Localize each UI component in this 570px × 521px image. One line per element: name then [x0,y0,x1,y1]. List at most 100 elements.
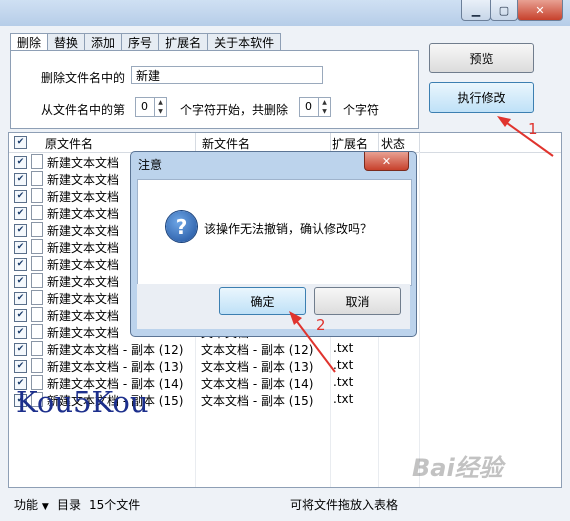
column-divider [419,133,420,152]
drop-hint: 可将文件拖放入表格 [290,498,399,512]
stepper-down-icon[interactable]: ▼ [318,107,330,116]
func-label: 功能 [14,498,39,512]
cell-ext: .txt [333,375,354,389]
dir-link[interactable]: 目录 [57,496,81,513]
minimize-button[interactable]: ▁ [461,0,491,21]
header-new[interactable]: 新文件名 [202,135,250,152]
count-stepper[interactable]: 0 ▲ ▼ [299,97,331,117]
text-file-icon [31,358,43,373]
row-checkbox[interactable]: ✔ [14,343,27,356]
mid-label: 个字符开始，共删除 [180,103,289,117]
end-label: 个字符 [343,103,380,117]
list-header: ✔ 原文件名 新文件名 扩展名 状态 [9,133,561,153]
dialog-close-icon[interactable]: ✕ [364,152,409,171]
cell-original: 新建文本文档 [47,326,120,340]
delete-panel: 删除文件名中的 新建 从文件名中的第 0 ▲ ▼ 个字符开始，共删除 0 ▲ ▼… [10,50,419,129]
baidu-watermark: Bai经验 [412,454,503,482]
ok-button[interactable]: 确定 [219,287,306,315]
from-label: 从文件名中的第 [41,103,126,117]
cell-ext: .txt [333,392,354,406]
text-file-icon [31,188,43,203]
arrowhead-apply [497,116,511,127]
preview-button[interactable]: 预览 [429,43,534,73]
text-file-icon [31,154,43,169]
tab-replace[interactable]: 替换 [47,33,86,50]
cell-original: 新建文本文档 [47,275,120,289]
contains-input[interactable]: 新建 [131,66,323,84]
status-bar: 功能 ▼ 目录 15个文件 可将文件拖放入表格 [0,491,570,521]
table-row[interactable]: ✔ 新建文本文档 - 副本 (13) 文本文档 - 副本 (13) .txt [9,357,561,374]
app-window: ▁ ▢ ✕ 删除 替换 添加 序号 扩展名 关于本软件 删除文件名中的 新建 从… [0,0,570,521]
cell-new: 文本文档 - 副本 (13) [201,360,314,374]
row-checkbox[interactable]: ✔ [14,258,27,271]
stepper-up-icon[interactable]: ▲ [154,98,166,107]
confirm-dialog: 注意 ✕ ? 该操作无法撤销，确认修改吗？ 确定 取消 [130,151,417,337]
cell-original: 新建文本文档 [47,241,120,255]
cancel-button[interactable]: 取消 [314,287,401,315]
cell-new: 文本文档 - 副本 (15) [201,394,314,408]
header-status[interactable]: 状态 [381,135,405,152]
header-ext[interactable]: 扩展名 [332,135,368,152]
cell-original: 新建文本文档 [47,309,120,323]
row-checkbox[interactable]: ✔ [14,207,27,220]
dialog-footer: 确定 取消 [137,284,410,329]
row-checkbox[interactable]: ✔ [14,275,27,288]
tab-bar: 删除 替换 添加 序号 扩展名 关于本软件 [10,33,282,51]
row-checkbox[interactable]: ✔ [14,173,27,186]
row-checkbox[interactable]: ✔ [14,326,27,339]
row-checkbox[interactable]: ✔ [14,190,27,203]
tab-delete[interactable]: 删除 [10,33,49,51]
column-divider [330,133,331,152]
row-checkbox[interactable]: ✔ [14,156,27,169]
cell-original: 新建文本文档 [47,190,120,204]
text-file-icon [31,205,43,220]
table-row[interactable]: ✔ 新建文本文档 - 副本 (12) 文本文档 - 副本 (12) .txt [9,340,561,357]
close-button[interactable]: ✕ [517,0,563,21]
column-divider [378,133,379,152]
text-file-icon [31,341,43,356]
from-value: 0 [141,100,148,113]
cell-original: 新建文本文档 [47,156,120,170]
tab-sequence[interactable]: 序号 [121,33,160,50]
cell-original: 新建文本文档 [47,224,120,238]
text-file-icon [31,290,43,305]
cell-original: 新建文本文档 [47,207,120,221]
contains-label: 删除文件名中的 [41,71,126,85]
cell-original: 新建文本文档 [47,292,120,306]
file-count: 15个文件 [89,498,141,512]
watermark-text: Kou5Kou [16,385,149,419]
title-bar: ▁ ▢ ✕ [0,0,570,26]
cell-original: 新建文本文档 - 副本 (12) [47,343,184,357]
select-all-checkbox[interactable]: ✔ [14,136,27,149]
stepper-up-icon[interactable]: ▲ [318,98,330,107]
tab-add[interactable]: 添加 [84,33,123,50]
maximize-button[interactable]: ▢ [490,0,518,21]
tab-about[interactable]: 关于本软件 [207,33,282,50]
text-file-icon [31,239,43,254]
text-file-icon [31,256,43,271]
text-file-icon [31,222,43,237]
row-checkbox[interactable]: ✔ [14,360,27,373]
header-original[interactable]: 原文件名 [45,135,93,152]
stepper-down-icon[interactable]: ▼ [154,107,166,116]
dropdown-arrow-icon: ▼ [41,502,49,512]
cell-original: 新建文本文档 - 副本 (13) [47,360,184,374]
tab-extension[interactable]: 扩展名 [158,33,209,50]
text-file-icon [31,307,43,322]
row-checkbox[interactable]: ✔ [14,241,27,254]
annotation-number-1: 1 [528,120,538,138]
cell-new: 文本文档 - 副本 (14) [201,377,314,391]
dialog-message: 该操作无法撤销，确认修改吗？ [204,222,373,236]
text-file-icon [31,324,43,339]
text-file-icon [31,171,43,186]
func-menu[interactable]: 功能 ▼ [14,496,49,513]
row-checkbox[interactable]: ✔ [14,224,27,237]
from-stepper[interactable]: 0 ▲ ▼ [135,97,167,117]
annotation-number-2: 2 [316,316,326,334]
apply-button[interactable]: 执行修改 [429,82,534,113]
row-checkbox[interactable]: ✔ [14,292,27,305]
row-checkbox[interactable]: ✔ [14,309,27,322]
column-divider [195,133,196,152]
dialog-body: ? 该操作无法撤销，确认修改吗？ [137,179,412,286]
cell-new: 文本文档 - 副本 (12) [201,343,314,357]
